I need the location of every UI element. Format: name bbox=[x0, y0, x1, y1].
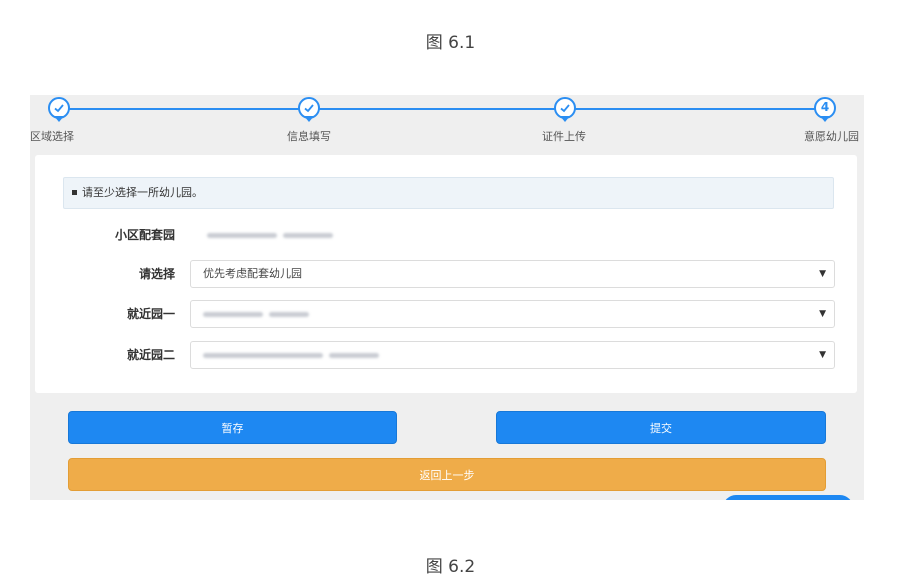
alert-text: 请至少选择一所幼儿园。 bbox=[82, 186, 203, 199]
step-number: 4 bbox=[816, 100, 834, 114]
community-value-redacted bbox=[197, 221, 842, 249]
choose-row: 请选择 优先考虑配套幼儿园 ▼ bbox=[35, 260, 857, 288]
back-button[interactable]: 返回上一步 bbox=[68, 458, 826, 491]
nearby1-select[interactable]: ▼ bbox=[190, 300, 835, 328]
screenshot-frame: 区域选择 信息填写 证件上传 4 意愿幼儿园 请至少选择一所幼儿园。 bbox=[30, 95, 864, 500]
info-alert: 请至少选择一所幼儿园。 bbox=[63, 177, 834, 209]
step-label: 意愿幼儿园 bbox=[804, 128, 859, 144]
progress-line bbox=[60, 108, 834, 110]
figure-caption-bottom: 图 6.2 bbox=[0, 552, 901, 577]
choose-select[interactable]: 优先考虑配套幼儿园 ▼ bbox=[190, 260, 835, 288]
nearby1-row: 就近园一 ▼ bbox=[35, 300, 857, 328]
nearby2-select[interactable]: ▼ bbox=[190, 341, 835, 369]
floating-button[interactable] bbox=[723, 495, 853, 500]
chevron-down-icon: ▼ bbox=[819, 342, 826, 368]
step-pin bbox=[54, 116, 64, 122]
community-row: 小区配套园 bbox=[35, 221, 857, 249]
step-pin bbox=[820, 116, 830, 122]
submit-button[interactable]: 提交 bbox=[496, 411, 826, 444]
chevron-down-icon: ▼ bbox=[819, 261, 826, 287]
step-label: 信息填写 bbox=[287, 128, 331, 144]
nearby2-label: 就近园二 bbox=[95, 341, 175, 369]
bullet-icon bbox=[72, 190, 77, 195]
choose-select-value: 优先考虑配套幼儿园 bbox=[203, 267, 302, 280]
chevron-down-icon: ▼ bbox=[819, 301, 826, 327]
step-pin bbox=[560, 116, 570, 122]
step-progress: 区域选择 信息填写 证件上传 4 意愿幼儿园 bbox=[30, 95, 864, 155]
save-button[interactable]: 暂存 bbox=[68, 411, 397, 444]
step-label: 证件上传 bbox=[542, 128, 586, 144]
step-pin bbox=[304, 116, 314, 122]
choose-label: 请选择 bbox=[95, 260, 175, 288]
nearby2-row: 就近园二 ▼ bbox=[35, 341, 857, 369]
form-card: 请至少选择一所幼儿园。 小区配套园 请选择 优先考虑配套幼儿园 ▼ 就近园一 ▼… bbox=[35, 155, 857, 393]
figure-caption-top: 图 6.1 bbox=[0, 28, 901, 53]
step-label: 区域选择 bbox=[30, 128, 74, 144]
nearby1-label: 就近园一 bbox=[95, 300, 175, 328]
community-label: 小区配套园 bbox=[95, 221, 175, 249]
